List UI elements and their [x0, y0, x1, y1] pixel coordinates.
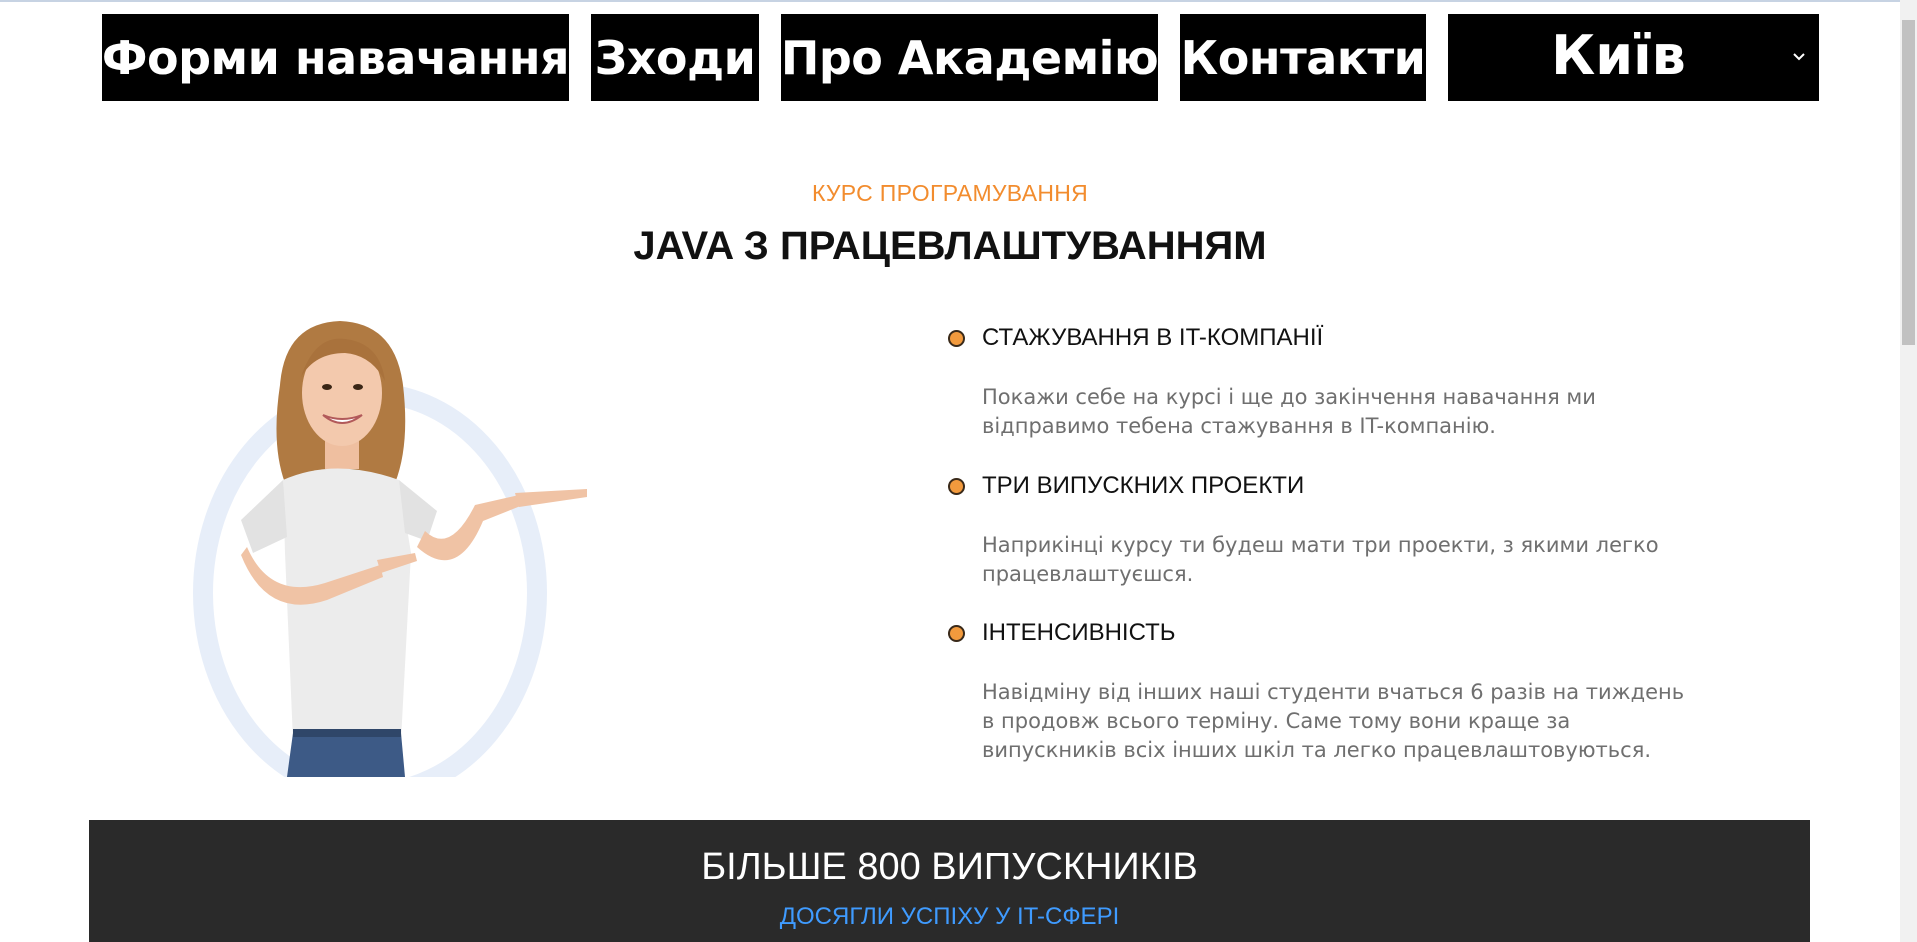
feature-title-projects: ТРИ ВИПУСКНИХ ПРОЕКТИ [982, 472, 1305, 499]
nav-item-about[interactable]: Про Академію [781, 14, 1159, 101]
page-title: JAVA З ПРАЦЕВЛАШТУВАННЯМ [633, 224, 1267, 268]
main-nav: Форми навачання Зходи Про Академію Конта… [0, 14, 1900, 101]
hero-person-image [193, 321, 587, 777]
chevron-down-icon [1793, 53, 1805, 61]
scrollbar-thumb[interactable] [1902, 20, 1915, 345]
bullet-icon [948, 478, 965, 495]
feature-desc-internship: Покажи себе на курсі і ще до закінчення … [982, 385, 1596, 438]
top-border [0, 0, 1900, 2]
vertical-scrollbar[interactable] [1900, 0, 1917, 942]
bullet-icon [948, 330, 965, 347]
graduates-title: БІЛЬШЕ 800 ВИПУСКНИКІВ [701, 846, 1198, 888]
city-select-value: Київ [1551, 24, 1686, 87]
feature-title-internship: СТАЖУВАННЯ В IT-КОМПАНІЇ [982, 324, 1324, 351]
graduates-subtitle: ДОСЯГЛИ УСПІХУ У IT-СФЕРІ [779, 903, 1120, 930]
nav-item-contacts[interactable]: Контакти [1180, 14, 1426, 101]
page: Форми навачання Зходи Про Академію Конта… [0, 0, 1917, 942]
feature-desc-intensity: Навідміну від інших наші студенти вчатьс… [982, 680, 1685, 762]
bullet-icon [948, 625, 965, 642]
nav-item-study-forms[interactable]: Форми навачання [102, 14, 570, 101]
nav-item-events[interactable]: Зходи [591, 14, 759, 101]
feature-desc-projects: Наприкінці курсу ти будеш мати три проек… [982, 533, 1659, 586]
course-eyebrow: КУРС ПРОГРАМУВАННЯ [811, 180, 1089, 206]
feature-title-intensity: ІНТЕНСИВНІСТЬ [982, 619, 1176, 646]
city-select[interactable]: Київ [1448, 14, 1819, 101]
graduates-band: БІЛЬШЕ 800 ВИПУСКНИКІВ ДОСЯГЛИ УСПІХУ У … [89, 820, 1810, 942]
